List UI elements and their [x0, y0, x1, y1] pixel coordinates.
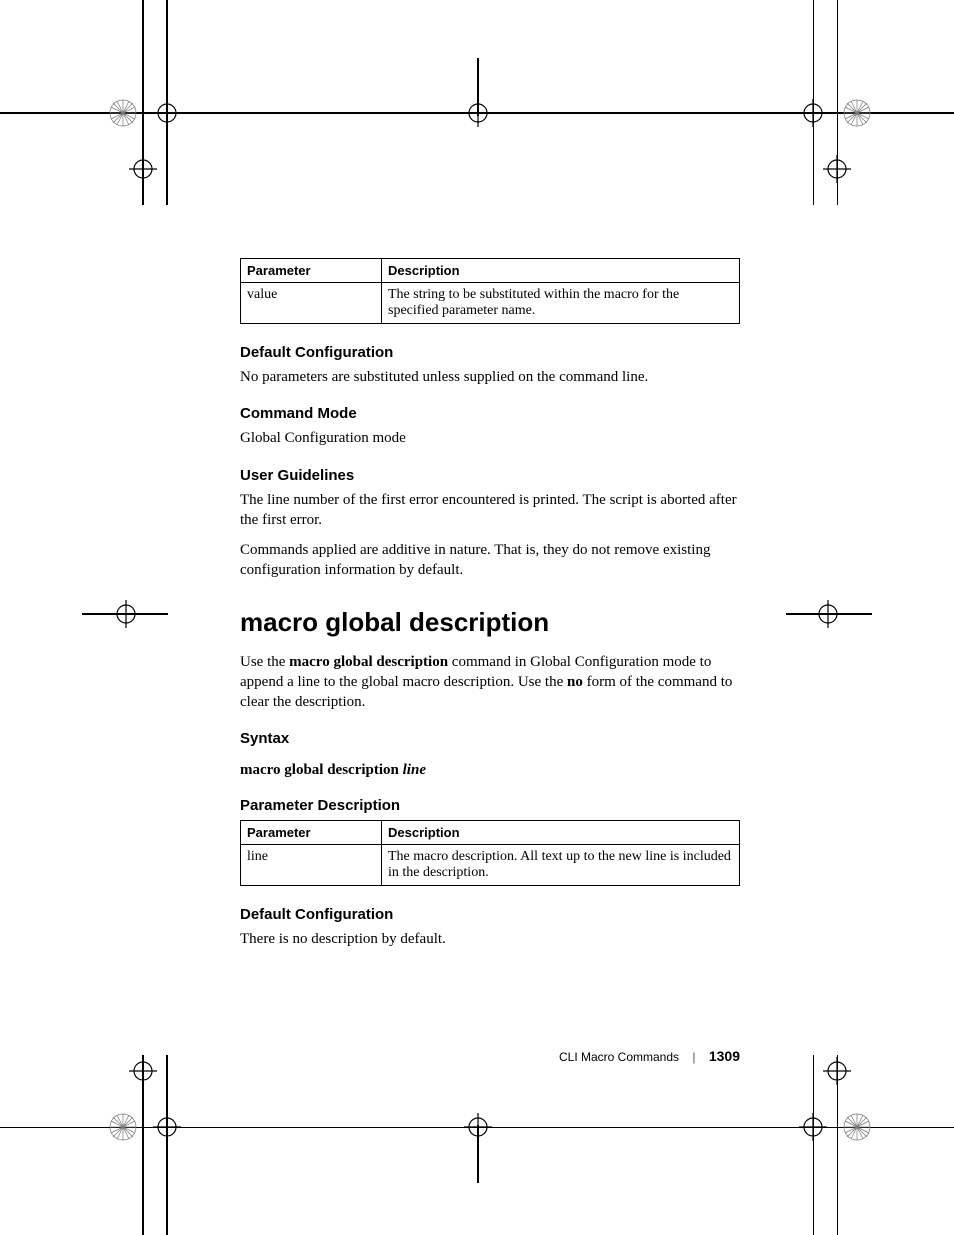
th-parameter: Parameter [241, 259, 382, 283]
intro-pre: Use the [240, 654, 289, 670]
footer-page-number: 1309 [709, 1048, 740, 1064]
page-content: Parameter Description value The string t… [240, 258, 740, 960]
text-default-config-1: No parameters are substituted unless sup… [240, 367, 740, 387]
th-description: Description [382, 821, 740, 845]
table-row: line The macro description. All text up … [241, 845, 740, 886]
heading-param-desc: Parameter Description [240, 797, 740, 814]
registration-mark-icon [129, 1057, 157, 1085]
page-footer: CLI Macro Commands | 1309 [240, 1048, 740, 1064]
parameter-table-2: Parameter Description line The macro des… [240, 820, 740, 886]
table-header-row: Parameter Description [241, 259, 740, 283]
intro-bold-2: no [567, 674, 583, 690]
registration-mark-icon [823, 1057, 851, 1085]
registration-mark-icon [153, 1113, 181, 1141]
heading-syntax: Syntax [240, 730, 740, 747]
text-user-guidelines-1: The line number of the first error encou… [240, 490, 740, 531]
registration-mark-icon [129, 155, 157, 183]
td-desc: The macro description. All text up to th… [382, 845, 740, 886]
table-row: value The string to be substituted withi… [241, 283, 740, 324]
starburst-icon [842, 1112, 872, 1142]
crop-line [813, 1055, 815, 1235]
registration-mark-icon [153, 99, 181, 127]
text-user-guidelines-2: Commands applied are additive in nature.… [240, 540, 740, 581]
registration-mark-icon [814, 600, 842, 628]
starburst-icon [108, 1112, 138, 1142]
command-intro: Use the macro global description command… [240, 652, 740, 713]
command-title: macro global description [240, 607, 740, 638]
heading-default-config-1: Default Configuration [240, 344, 740, 361]
registration-mark-icon [823, 155, 851, 183]
syntax-line: macro global description line [240, 762, 740, 779]
text-command-mode: Global Configuration mode [240, 428, 740, 448]
registration-mark-icon [112, 600, 140, 628]
starburst-icon [842, 98, 872, 128]
footer-section: CLI Macro Commands [559, 1050, 679, 1064]
heading-user-guidelines: User Guidelines [240, 467, 740, 484]
table-header-row: Parameter Description [241, 821, 740, 845]
crop-line [166, 1055, 168, 1235]
syntax-italic: line [403, 762, 426, 778]
td-param: line [241, 845, 382, 886]
registration-mark-icon [799, 1113, 827, 1141]
parameter-table-1: Parameter Description value The string t… [240, 258, 740, 324]
intro-bold-1: macro global description [289, 654, 448, 670]
heading-default-config-2: Default Configuration [240, 906, 740, 923]
syntax-bold: macro global description [240, 762, 403, 778]
footer-separator: | [682, 1050, 705, 1064]
td-desc: The string to be substituted within the … [382, 283, 740, 324]
registration-mark-icon [799, 99, 827, 127]
registration-mark-icon [464, 99, 492, 127]
td-param: value [241, 283, 382, 324]
heading-command-mode: Command Mode [240, 405, 740, 422]
registration-mark-icon [464, 1113, 492, 1141]
th-parameter: Parameter [241, 821, 382, 845]
th-description: Description [382, 259, 740, 283]
starburst-icon [108, 98, 138, 128]
text-default-config-2: There is no description by default. [240, 929, 740, 949]
